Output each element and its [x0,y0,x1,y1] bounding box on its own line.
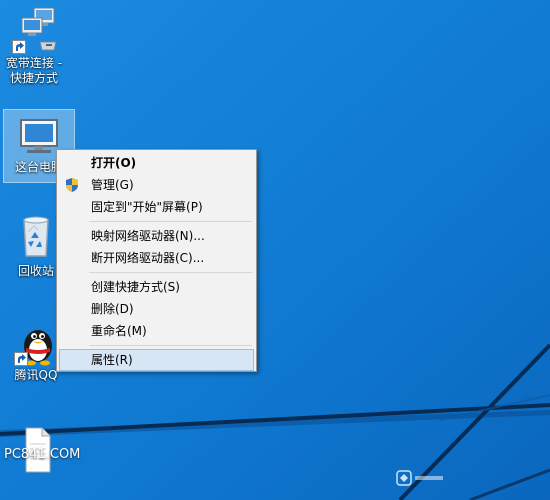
menu-item-label: 管理(G) [91,178,134,192]
menu-item-open[interactable]: 打开(O) [59,152,254,174]
menu-separator [89,221,252,222]
menu-separator [89,272,252,273]
menu-item-rename[interactable]: 重命名(M) [59,320,254,342]
menu-item-label: 打开(O) [91,156,137,170]
menu-item-label: 固定到"开始"屏幕(P) [91,200,203,214]
network-connection-icon [10,6,58,54]
menu-item-label: 属性(R) [91,353,133,367]
desktop-icon-broadband-connection[interactable]: 宽带连接 - 快捷方式 [2,6,66,86]
menu-item-map-network-drive[interactable]: 映射网络驱动器(N)... [59,225,254,247]
context-menu: 打开(O) 管理(G) 固定到"开始"屏幕(P) 映射网络驱动器(N)... 断… [56,149,257,372]
watermark-text: PC841.COM [4,447,81,462]
uac-shield-icon [64,177,80,193]
menu-item-label: 删除(D) [91,302,134,316]
menu-item-create-shortcut[interactable]: 创建快捷方式(S) [59,276,254,298]
menu-item-properties[interactable]: 属性(R) [59,349,254,371]
desktop-icon-label: 宽带连接 - 快捷方式 [5,56,63,85]
menu-item-delete[interactable]: 删除(D) [59,298,254,320]
menu-item-label: 创建快捷方式(S) [91,280,180,294]
menu-item-disconnect-network-drive[interactable]: 断开网络驱动器(C)... [59,247,254,269]
shortcut-arrow-icon [12,40,26,54]
recycle-bin-icon [12,214,60,262]
menu-separator [89,345,252,346]
shortcut-arrow-icon [14,352,28,366]
watermark-logo [396,468,446,492]
menu-item-manage[interactable]: 管理(G) [59,174,254,196]
menu-item-label: 映射网络驱动器(N)... [91,229,205,243]
menu-item-pin-to-start[interactable]: 固定到"开始"屏幕(P) [59,196,254,218]
menu-item-label: 断开网络驱动器(C)... [91,251,205,265]
qq-penguin-icon [12,318,60,366]
menu-item-label: 重命名(M) [91,324,147,338]
